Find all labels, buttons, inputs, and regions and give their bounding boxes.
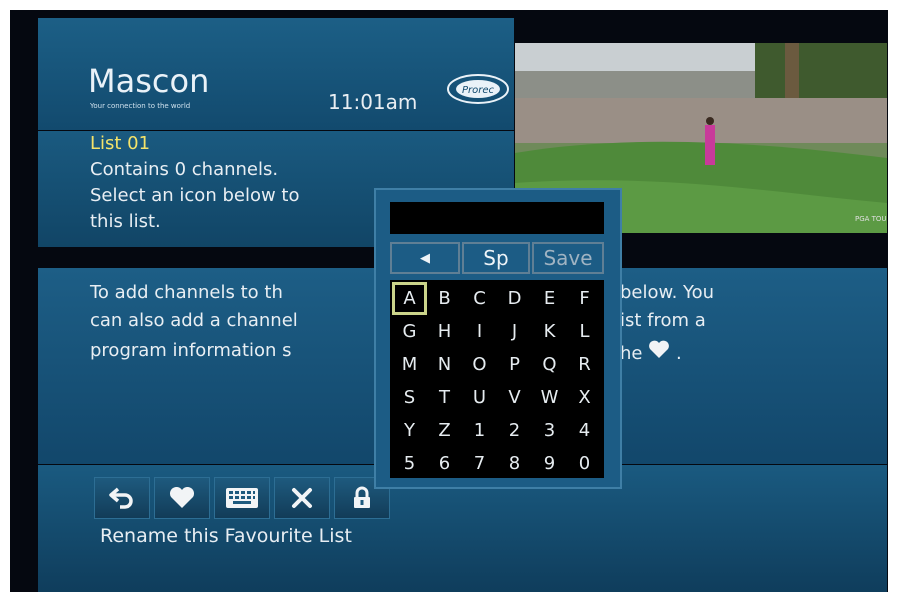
key-2[interactable]: 2 bbox=[497, 414, 532, 447]
key-u[interactable]: U bbox=[462, 381, 497, 414]
key-5[interactable]: 5 bbox=[392, 447, 427, 480]
rename-keyboard-button[interactable] bbox=[214, 477, 270, 519]
instruction-line-2: can also add a channel bbox=[90, 310, 298, 331]
heart-icon bbox=[649, 340, 670, 358]
key-g[interactable]: G bbox=[392, 315, 427, 348]
list-name-input[interactable] bbox=[390, 202, 604, 234]
instruction-line-1-right: below. You bbox=[620, 282, 715, 303]
key-m[interactable]: M bbox=[392, 348, 427, 381]
key-w[interactable]: W bbox=[532, 381, 567, 414]
key-y[interactable]: Y bbox=[392, 414, 427, 447]
key-h[interactable]: H bbox=[427, 315, 462, 348]
key-q[interactable]: Q bbox=[532, 348, 567, 381]
instruction-line-3-right: he . bbox=[620, 340, 682, 364]
toolbar-hint: Rename this Favourite List bbox=[100, 525, 352, 547]
favourite-button[interactable] bbox=[154, 477, 210, 519]
key-grid: ABCDEF GHIJKL MNOPQR STUVWX YZ1234 567890 bbox=[390, 280, 604, 478]
logo-tagline: Your connection to the world bbox=[90, 102, 191, 110]
key-o[interactable]: O bbox=[462, 348, 497, 381]
key-k[interactable]: K bbox=[532, 315, 567, 348]
key-9[interactable]: 9 bbox=[532, 447, 567, 480]
heart-icon bbox=[169, 487, 195, 508]
instruction-line-3-right-text: he bbox=[620, 343, 643, 364]
key-d[interactable]: D bbox=[497, 282, 532, 315]
backspace-icon: ◀ bbox=[420, 250, 430, 266]
key-a[interactable]: A bbox=[392, 282, 427, 315]
key-7[interactable]: 7 bbox=[462, 447, 497, 480]
prorec-logo-icon: Prorec bbox=[447, 74, 509, 104]
instruction-line-3-suffix: . bbox=[675, 343, 682, 364]
mascon-logo: Mascon bbox=[88, 62, 210, 100]
info-line-2: Select an icon below to bbox=[90, 185, 300, 206]
list-title: List 01 bbox=[90, 133, 151, 154]
key-6[interactable]: 6 bbox=[427, 447, 462, 480]
key-v[interactable]: V bbox=[497, 381, 532, 414]
onscreen-keyboard-dialog: ◀ Sp Save ABCDEF GHIJKL MNOPQR STUVWX YZ1234… bbox=[374, 188, 622, 489]
key-4[interactable]: 4 bbox=[567, 414, 602, 447]
key-t[interactable]: T bbox=[427, 381, 462, 414]
lock-icon bbox=[354, 486, 370, 508]
keyboard-icon bbox=[226, 488, 258, 508]
back-arrow-icon bbox=[109, 487, 133, 509]
key-1[interactable]: 1 bbox=[462, 414, 497, 447]
key-e[interactable]: E bbox=[532, 282, 567, 315]
key-z[interactable]: Z bbox=[427, 414, 462, 447]
instruction-line-3: program information s bbox=[90, 340, 292, 361]
action-toolbar bbox=[94, 477, 390, 519]
key-j[interactable]: J bbox=[497, 315, 532, 348]
key-r[interactable]: R bbox=[567, 348, 602, 381]
video-watermark: PGA TOUR bbox=[855, 215, 887, 223]
tv-screen: Mascon Your connection to the world 11:0… bbox=[10, 10, 888, 592]
key-s[interactable]: S bbox=[392, 381, 427, 414]
key-f[interactable]: F bbox=[567, 282, 602, 315]
delete-button[interactable] bbox=[274, 477, 330, 519]
key-3[interactable]: 3 bbox=[532, 414, 567, 447]
info-line-3: this list. bbox=[90, 211, 161, 232]
key-n[interactable]: N bbox=[427, 348, 462, 381]
close-icon bbox=[292, 488, 312, 508]
key-p[interactable]: P bbox=[497, 348, 532, 381]
key-c[interactable]: C bbox=[462, 282, 497, 315]
key-i[interactable]: I bbox=[462, 315, 497, 348]
key-0[interactable]: 0 bbox=[567, 447, 602, 480]
back-button[interactable] bbox=[94, 477, 150, 519]
backspace-button[interactable]: ◀ bbox=[390, 242, 460, 274]
clock-time: 11:01am bbox=[328, 90, 418, 114]
instruction-line-1: To add channels to th bbox=[90, 282, 283, 303]
brand-text: Prorec bbox=[462, 85, 495, 96]
save-button[interactable]: Save bbox=[532, 242, 604, 274]
key-x[interactable]: X bbox=[567, 381, 602, 414]
key-b[interactable]: B bbox=[427, 282, 462, 315]
info-line-1: Contains 0 channels. bbox=[90, 159, 279, 180]
space-button[interactable]: Sp bbox=[462, 242, 530, 274]
key-8[interactable]: 8 bbox=[497, 447, 532, 480]
key-l[interactable]: L bbox=[567, 315, 602, 348]
instruction-line-2-right: ist from a bbox=[620, 310, 706, 331]
